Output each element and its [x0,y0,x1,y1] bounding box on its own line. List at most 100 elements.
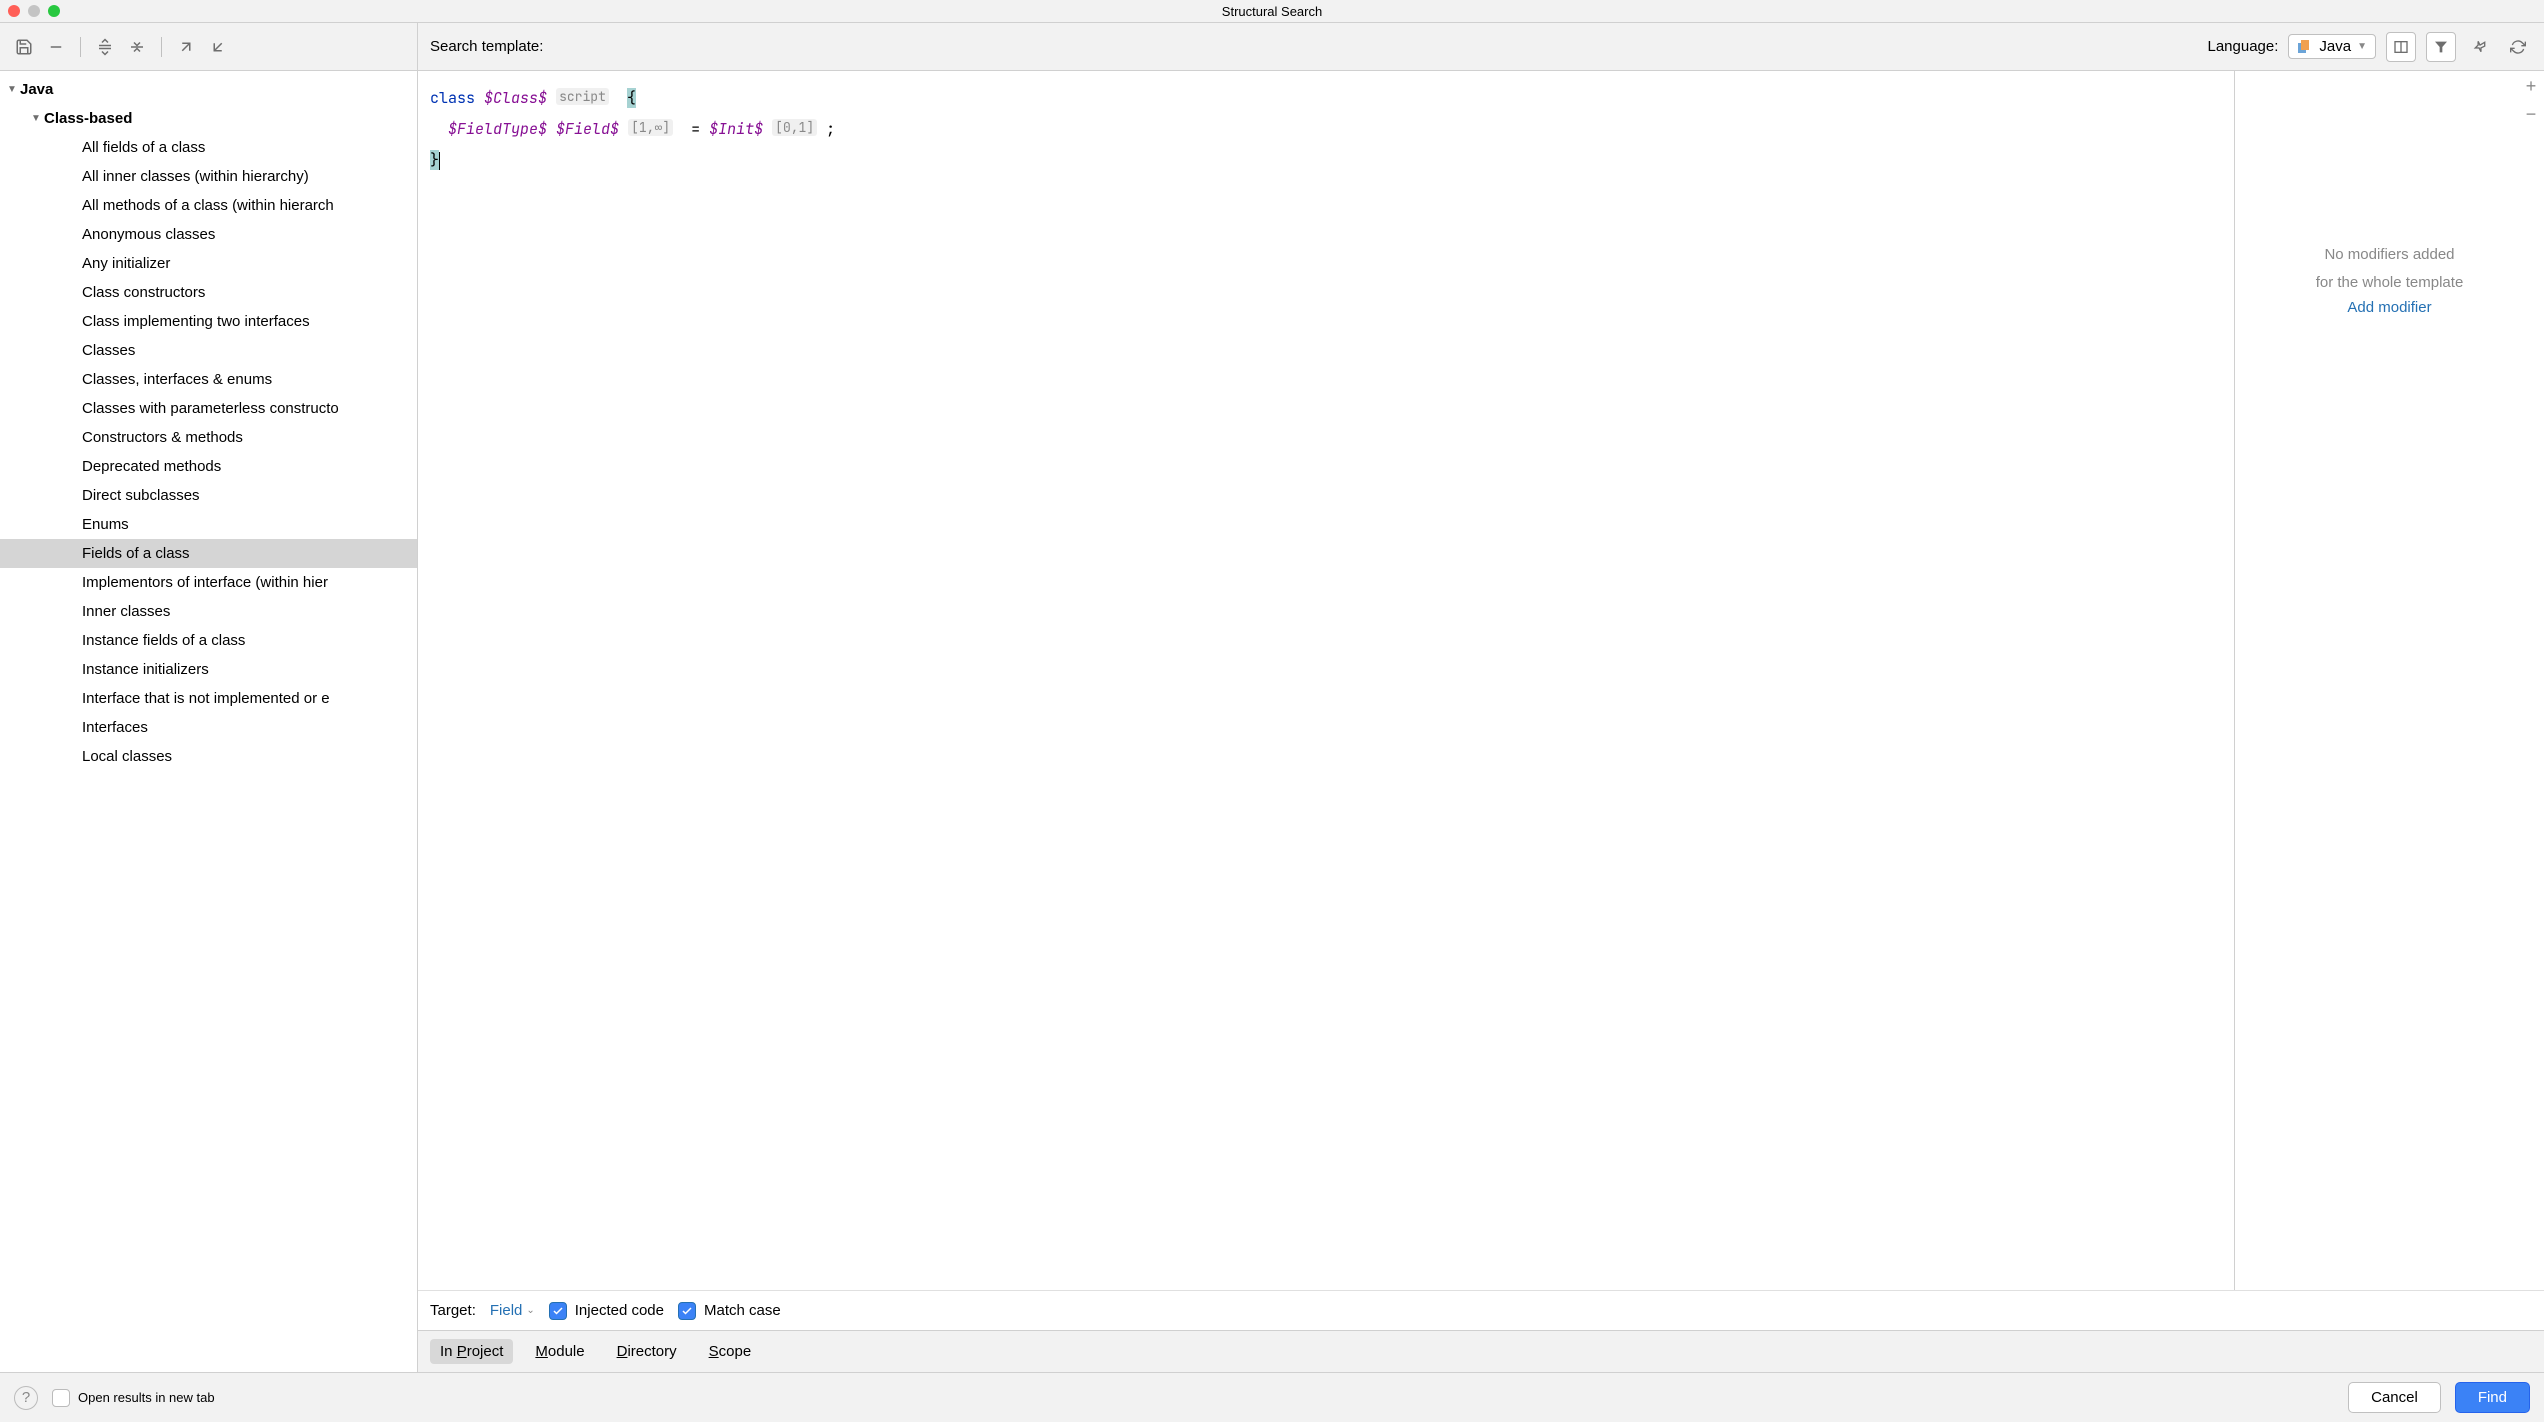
tree-node-class-based[interactable]: ▼ Class-based [0,104,417,133]
tree-item[interactable]: All fields of a class [0,133,417,162]
modifiers-empty-text: for the whole template [2316,269,2464,297]
tree-item[interactable]: Inner classes [0,597,417,626]
tree-node-java[interactable]: ▼ Java [0,75,417,104]
tree-item-label: Classes [82,342,135,359]
tree-item[interactable]: Anonymous classes [0,220,417,249]
filter-button[interactable] [2426,32,2456,62]
pin-button[interactable] [2466,33,2494,61]
toggle-panel-button[interactable] [2386,32,2416,62]
scope-tab[interactable]: In Project [430,1339,513,1364]
tree-item-label: Interface that is not implemented or e [82,690,330,707]
tree-item[interactable]: Class implementing two interfaces [0,307,417,336]
code-editor[interactable]: class $Class$ script { $FieldType$ $Fiel… [418,71,2234,1290]
cancel-button[interactable]: Cancel [2348,1382,2441,1413]
close-window-button[interactable] [8,5,20,17]
templates-panel: ▼ Java ▼ Class-based All fields of a cla… [0,23,418,1372]
maximize-window-button[interactable] [48,5,60,17]
search-template-label: Search template: [430,38,543,55]
expand-all-icon[interactable] [91,33,119,61]
tree-item[interactable]: All inner classes (within hierarchy) [0,162,417,191]
tree-item-label: Anonymous classes [82,226,215,243]
export-icon[interactable] [172,33,200,61]
tree-item-label: Classes with parameterless constructo [82,400,339,417]
import-icon[interactable] [204,33,232,61]
traffic-lights [8,5,60,17]
tree-item-label: Fields of a class [82,545,190,562]
tree-item-label: Classes, interfaces & enums [82,371,272,388]
editor-row: class $Class$ script { $FieldType$ $Fiel… [418,71,2544,1290]
refresh-button[interactable] [2504,33,2532,61]
tree-item-label: Enums [82,516,129,533]
target-label: Target: [430,1302,476,1319]
injected-code-checkbox[interactable]: Injected code [549,1302,664,1320]
target-select[interactable]: Field ⌄ [490,1302,535,1319]
tree-item[interactable]: Interfaces [0,713,417,742]
titlebar: Structural Search [0,0,2544,22]
tree-item-label: Instance fields of a class [82,632,245,649]
chevron-down-icon: ▼ [28,113,44,124]
tree-item-label: Local classes [82,748,172,765]
tree-item[interactable]: Classes [0,336,417,365]
java-icon [2297,39,2313,55]
help-button[interactable]: ? [14,1386,38,1410]
find-button[interactable]: Find [2455,1382,2530,1413]
tree-item-label: Interfaces [82,719,148,736]
toolbar-separator [161,37,162,57]
scope-tab[interactable]: Scope [699,1339,762,1364]
window-title: Structural Search [8,4,2536,19]
templates-tree[interactable]: ▼ Java ▼ Class-based All fields of a cla… [0,71,417,1372]
tree-item[interactable]: Deprecated methods [0,452,417,481]
tree-item-label: All methods of a class (within hierarch [82,197,334,214]
save-template-icon[interactable] [10,33,38,61]
chevron-down-icon: ▼ [4,84,20,95]
tree-item[interactable]: Instance fields of a class [0,626,417,655]
tree-item[interactable]: Local classes [0,742,417,771]
scope-tab[interactable]: Directory [607,1339,687,1364]
scope-row: In Project Module Directory Scope [418,1330,2544,1372]
tree-item[interactable]: Direct subclasses [0,481,417,510]
templates-toolbar [0,23,417,71]
tree-item-label: Direct subclasses [82,487,200,504]
target-row: Target: Field ⌄ Injected code [418,1290,2544,1330]
chevron-down-icon: ⌄ [526,1305,534,1316]
checkbox-checked-icon [549,1302,567,1320]
tree-item[interactable]: Enums [0,510,417,539]
modifiers-panel: + − No modifiers added for the whole tem… [2234,71,2544,1290]
footer: ? Open results in new tab Cancel Find [0,1372,2544,1422]
tree-item[interactable]: Implementors of interface (within hier [0,568,417,597]
tree-item-label: Instance initializers [82,661,209,678]
tree-item[interactable]: Instance initializers [0,655,417,684]
open-results-checkbox[interactable]: Open results in new tab [52,1389,215,1407]
tree-item[interactable]: All methods of a class (within hierarch [0,191,417,220]
tree-item[interactable]: Constructors & methods [0,423,417,452]
tree-item[interactable]: Classes with parameterless constructo [0,394,417,423]
add-modifier-icon[interactable]: + [2522,77,2540,95]
tree-item-label: Inner classes [82,603,170,620]
tree-item[interactable]: Class constructors [0,278,417,307]
editor-header: Search template: Language: Java ▼ [418,23,2544,71]
minimize-window-button[interactable] [28,5,40,17]
tree-item-label: Any initializer [82,255,170,272]
tree-item[interactable]: Fields of a class [0,539,417,568]
language-label: Language: [2208,38,2279,55]
scope-tab[interactable]: Module [525,1339,594,1364]
tree-item-label: Implementors of interface (within hier [82,574,328,591]
chevron-down-icon: ▼ [2357,41,2367,52]
remove-icon[interactable] [42,33,70,61]
tree-item[interactable]: Interface that is not implemented or e [0,684,417,713]
tree-item[interactable]: Any initializer [0,249,417,278]
add-modifier-link[interactable]: Add modifier [2347,299,2431,316]
toolbar-separator [80,37,81,57]
language-select[interactable]: Java ▼ [2288,34,2376,59]
structural-search-window: Structural Search [0,0,2544,1422]
collapse-all-icon[interactable] [123,33,151,61]
text-caret [439,152,440,170]
match-case-checkbox[interactable]: Match case [678,1302,781,1320]
tree-item-label: Constructors & methods [82,429,243,446]
tree-item-label: Class constructors [82,284,205,301]
remove-modifier-icon[interactable]: − [2522,105,2540,123]
tree-item[interactable]: Classes, interfaces & enums [0,365,417,394]
tree-item-label: Deprecated methods [82,458,221,475]
checkbox-unchecked-icon [52,1389,70,1407]
body-row: ▼ Java ▼ Class-based All fields of a cla… [0,22,2544,1372]
